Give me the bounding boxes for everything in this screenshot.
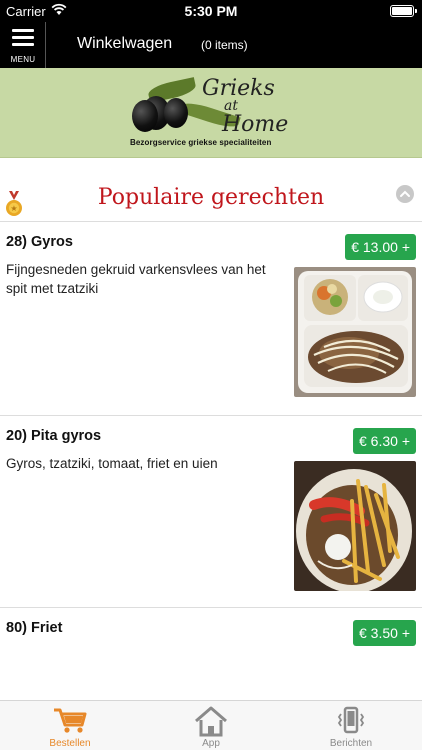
dish-name: 80) Friet <box>6 620 63 636</box>
battery-icon <box>390 5 417 17</box>
app-header: MENU Winkelwagen (0 items) <box>0 22 422 68</box>
dish-name: 28) Gyros <box>6 234 73 250</box>
restaurant-banner: Grieks at Home Bezorgservice griekse spe… <box>0 68 422 158</box>
cart-item-count[interactable]: (0 items) <box>201 38 248 52</box>
add-to-cart-button[interactable]: € 3.50 + <box>353 620 416 646</box>
tab-label: Berichten <box>329 738 373 749</box>
tab-berichten[interactable]: Berichten <box>281 701 421 750</box>
tab-bestellen[interactable]: Bestellen <box>0 701 140 750</box>
home-icon <box>195 706 227 737</box>
hamburger-icon <box>12 29 34 50</box>
section-header: ★ Populaire gerechten <box>0 158 422 222</box>
cart-icon <box>54 708 87 733</box>
restaurant-logo: Grieks at Home Bezorgservice griekse spe… <box>128 76 298 150</box>
menu-button[interactable]: MENU <box>0 22 46 68</box>
brand-word-grieks: Grieks <box>202 76 275 101</box>
tab-label: App <box>202 738 220 749</box>
dish-item[interactable]: 80) Friet € 3.50 + <box>0 608 422 700</box>
dish-photo <box>294 461 416 591</box>
dish-item[interactable]: 20) Pita gyros Gyros, tzatziki, tomaat, … <box>0 416 422 608</box>
dish-photo <box>294 267 416 397</box>
tab-app[interactable]: App <box>141 701 281 750</box>
phone-vibrate-icon <box>337 706 365 734</box>
chevron-up-icon[interactable] <box>396 185 414 203</box>
section-title: Populaire gerechten <box>97 185 325 210</box>
dish-description: Fijngesneden gekruid varkensvlees van he… <box>6 262 266 296</box>
add-to-cart-button[interactable]: € 13.00 + <box>345 234 416 260</box>
brand-tagline: Bezorgservice griekse specialiteiten <box>130 138 272 147</box>
status-bar: Carrier 5:30 PM <box>0 0 422 22</box>
brand-word-home: Home <box>222 112 289 137</box>
bottom-tab-bar: Bestellen App Berichten <box>0 700 422 750</box>
clock: 5:30 PM <box>184 3 238 19</box>
dish-item[interactable]: 28) Gyros Fijngesneden gekruid varkensvl… <box>0 222 422 416</box>
add-to-cart-button[interactable]: € 6.30 + <box>353 428 416 454</box>
cart-title[interactable]: Winkelwagen <box>77 35 172 53</box>
menu-label: MENU <box>10 55 36 64</box>
dish-description: Gyros, tzatziki, tomaat, friet en uien <box>6 456 218 471</box>
tab-label: Bestellen <box>49 738 91 749</box>
dish-name: 20) Pita gyros <box>6 428 102 444</box>
